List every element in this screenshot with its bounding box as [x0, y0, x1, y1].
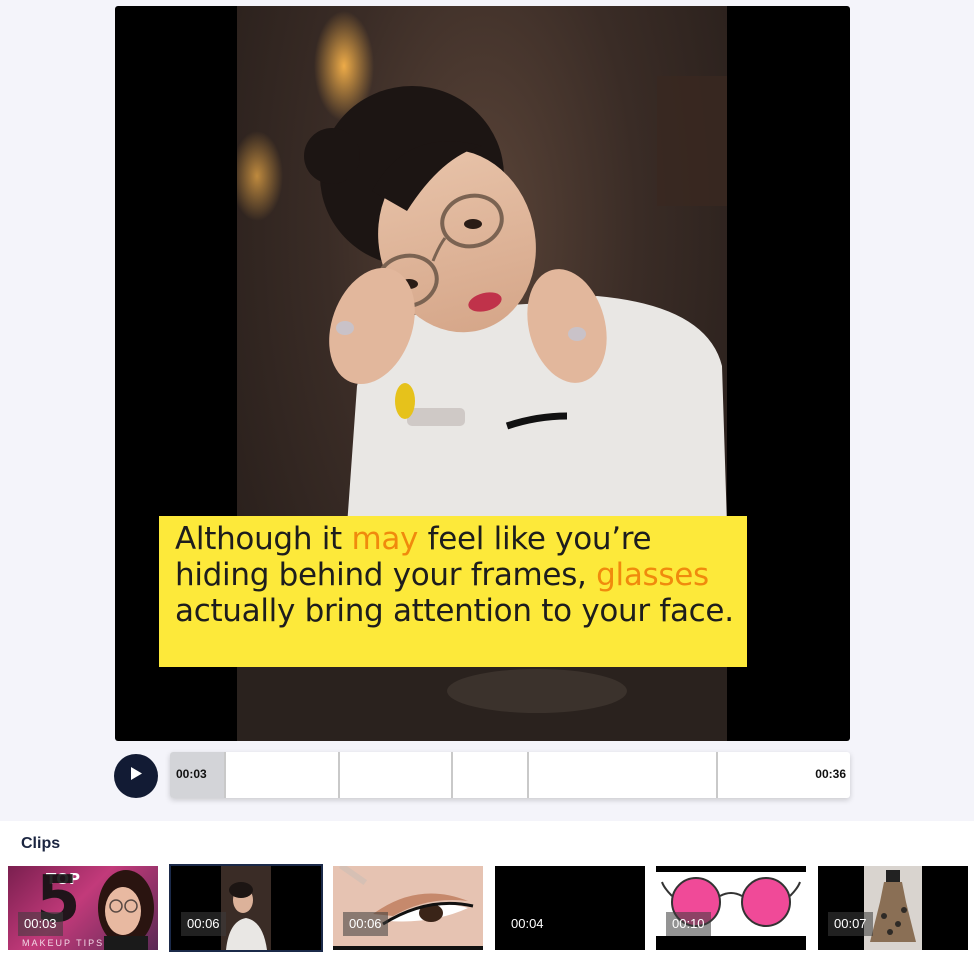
clips-panel: Clips TOP 5 MAKEUP TIPS 00:03 00:06 00:0… [0, 821, 974, 954]
caption-text: Although it [175, 521, 352, 557]
timeline-segment[interactable] [529, 752, 718, 798]
timeline-segment[interactable]: 00:03 [170, 752, 226, 798]
total-time: 00:36 [815, 767, 846, 781]
clip-duration: 00:04 [511, 916, 544, 931]
caption-text: actually bring attention to your face. [175, 593, 734, 629]
caption-overlay[interactable]: Although it may feel like you’re hiding … [159, 516, 747, 667]
dress-image [864, 866, 922, 950]
play-icon [130, 767, 142, 785]
timeline-track[interactable]: 00:03 00:36 [170, 752, 850, 798]
clip-duration: 00:10 [666, 912, 711, 936]
clip-thumbnail-selected[interactable]: 00:06 [171, 866, 321, 950]
video-preview[interactable]: Although it may feel like you’re hiding … [115, 6, 850, 741]
clips-heading: Clips [21, 835, 61, 852]
clip-duration: 00:07 [828, 912, 873, 936]
clip-thumbnail[interactable]: TOP 5 MAKEUP TIPS 00:03 [8, 866, 158, 950]
caption-highlight-may: may [351, 521, 419, 557]
timeline-segment[interactable] [226, 752, 340, 798]
timeline-segment[interactable] [453, 752, 529, 798]
clip-duration: 00:06 [343, 912, 388, 936]
caption-highlight-glasses: glasses [596, 557, 709, 593]
current-time: 00:03 [176, 767, 207, 781]
timeline-segment[interactable]: 00:36 [718, 752, 850, 798]
clip-thumbnail[interactable]: 00:04 [495, 866, 645, 950]
clip-image [333, 866, 483, 950]
play-button[interactable] [114, 754, 158, 798]
clip-thumbnail[interactable]: 00:10 [656, 866, 806, 950]
pink-sunglasses-image [656, 866, 806, 950]
clip-duration: 00:03 [18, 912, 63, 936]
clip-image [221, 866, 271, 950]
playback-controls: 00:03 00:36 [114, 752, 850, 798]
thumb-subtitle: MAKEUP TIPS [22, 938, 105, 948]
timeline-segment[interactable] [340, 752, 453, 798]
clip-duration: 00:06 [181, 912, 226, 936]
clip-thumbnail[interactable]: 00:07 [818, 866, 968, 950]
clip-thumbnail[interactable]: 00:06 [333, 866, 483, 950]
